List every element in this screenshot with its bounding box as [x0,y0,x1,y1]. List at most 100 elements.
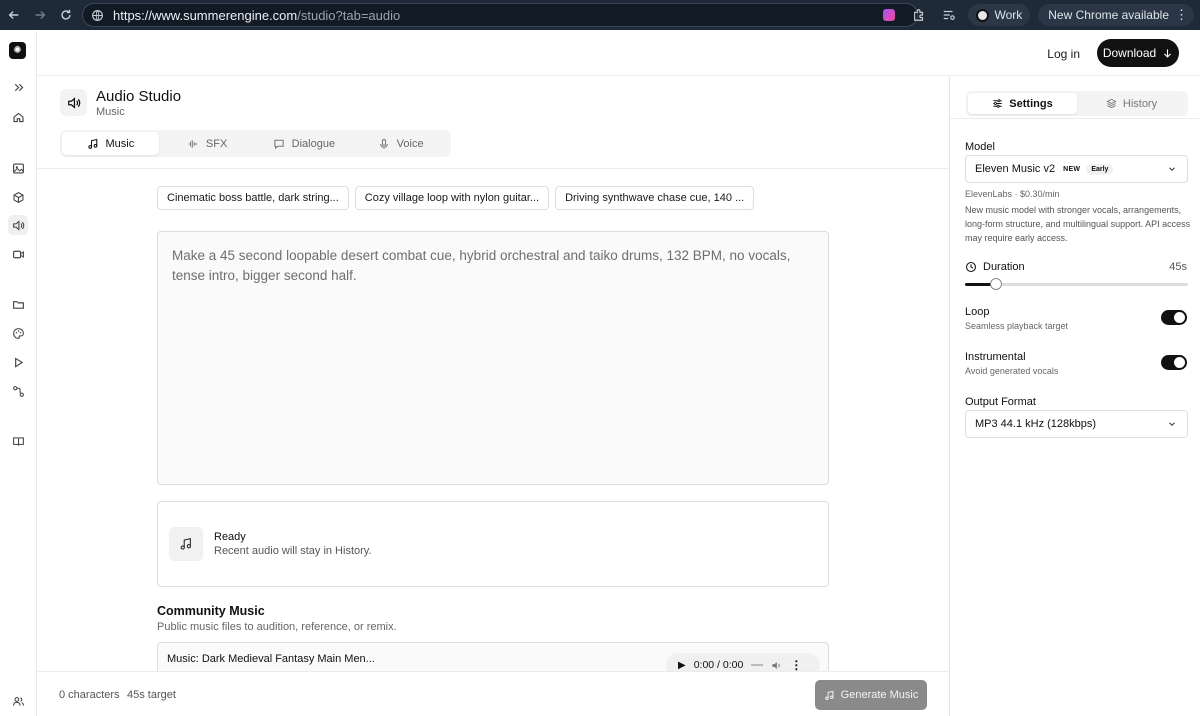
image-icon[interactable] [8,158,28,178]
panel-tabs: Settings History [966,91,1188,116]
status-subtitle: Recent audio will stay in History. [214,545,372,557]
tab-history[interactable]: History [1077,93,1186,114]
prompt-textarea[interactable]: Make a 45 second loopable desert combat … [157,231,829,485]
music-note-icon [87,138,97,149]
section-title: Community Music [157,604,265,618]
loop-toggle[interactable] [1161,310,1187,325]
play-icon[interactable] [8,352,28,372]
update-chip[interactable]: New Chrome available ⋮ [1038,4,1194,26]
folder-icon[interactable] [8,294,28,314]
volume-icon[interactable] [771,660,782,671]
chat-bubble-icon [274,139,284,149]
instrumental-sub: Avoid generated vocals [965,366,1059,376]
speaker-icon [60,89,87,116]
output-format-select[interactable]: MP3 44.1 kHz (128kbps) [965,410,1188,438]
address-bar[interactable]: https://www.summerengine.com/studio?tab=… [82,3,918,27]
divider [950,118,1200,119]
tab-dialogue[interactable]: Dialogue [256,132,353,155]
duration-slider[interactable] [965,278,1188,290]
page-subtitle: Music [96,106,125,118]
divider [37,168,949,169]
character-count: 0 characters [59,689,120,701]
loop-label: Loop [965,306,990,318]
suggestion-chip[interactable]: Driving synthwave chase cue, 140 ... [555,186,755,210]
update-label: New Chrome available [1048,8,1169,22]
composer-footer: 0 characters 45s target Generate Music [37,671,949,716]
puzzle-icon[interactable] [908,4,930,26]
chevron-down-icon [1169,422,1175,426]
prompt-suggestions: Cinematic boss battle, dark string... Co… [157,186,755,210]
track-name: Music: Dark Medieval Fantasy Main Men... [167,653,375,665]
tab-label: Settings [1009,97,1053,110]
tab-label: Voice [396,137,424,150]
tab-settings[interactable]: Settings [968,93,1077,114]
home-icon[interactable] [8,107,28,127]
login-link[interactable]: Log in [1047,47,1080,61]
player-time: 0:00 / 0:00 [693,659,744,671]
tab-label: SFX [205,137,228,150]
model-description: New music model with stronger vocals, ar… [965,205,1191,243]
kebab-menu-icon[interactable]: ⋮ [1175,7,1188,23]
avatar [976,8,990,22]
palette-icon[interactable] [8,323,28,343]
profile-chip[interactable]: Work [968,4,1031,26]
tab-search-icon[interactable] [938,4,960,26]
forward-icon[interactable] [28,3,52,27]
waveform-icon [188,139,198,148]
nodes-icon[interactable] [8,381,28,401]
model-label: Model [965,141,995,153]
duration-value: 45s [1169,261,1187,273]
video-icon[interactable] [8,244,28,264]
page-title: Audio Studio [96,88,182,105]
extension-icon[interactable] [878,4,900,26]
tab-music[interactable]: Music [62,132,159,155]
users-icon[interactable] [8,691,28,711]
tab-label: History [1122,97,1158,110]
profile-label: Work [994,8,1023,22]
site-info-icon[interactable] [89,7,105,23]
generate-label: Generate Music [840,689,919,701]
new-badge: NEW [1063,165,1081,173]
slider-handle[interactable] [990,278,1002,290]
settings-panel: Settings History Model Eleven Music v2 N… [949,77,1200,716]
instrumental-toggle[interactable] [1161,355,1187,370]
duration-target: 45s target [127,689,176,701]
sliders-icon [993,99,1002,108]
reload-icon[interactable] [54,3,78,27]
suggestion-chip[interactable]: Cozy village loop with nylon guitar... [354,186,550,210]
clock-icon [965,261,977,273]
arrow-down-icon [1164,48,1172,58]
url-host: https://www.summerengine.com [113,7,298,23]
app-header: Log in Download [37,31,1200,76]
progress-bar[interactable] [751,664,764,666]
back-icon[interactable] [2,3,26,27]
section-subtitle: Public music files to audition, referenc… [157,621,397,633]
studio-tabs: Music SFX Dialogue Voice [60,130,451,157]
music-note-icon [824,690,834,700]
book-icon[interactable] [8,431,28,451]
model-select[interactable]: Eleven Music v2 NEW Early [965,155,1188,183]
more-options-icon[interactable]: ⋮ [790,658,802,671]
browser-toolbar: https://www.summerengine.com/studio?tab=… [0,0,1200,30]
expand-sidebar-icon[interactable] [8,77,28,97]
audio-icon[interactable] [8,215,28,235]
chevron-down-icon [1169,167,1175,171]
status-title: Ready [214,531,246,543]
tab-voice[interactable]: Voice [352,132,449,155]
download-label: Download [1102,46,1157,60]
download-button[interactable]: Download [1097,39,1179,67]
model-value: Eleven Music v2 [975,163,1056,175]
app-logo-icon[interactable]: ✺ [9,42,26,59]
tab-sfx[interactable]: SFX [159,132,256,155]
output-format-value: MP3 44.1 kHz (128kbps) [975,418,1097,430]
status-card: Ready Recent audio will stay in History. [157,501,829,587]
main-content: Audio Studio Music Music SFX Dialogue Vo… [37,77,949,671]
play-icon[interactable]: ▶ [678,660,686,671]
generate-music-button[interactable]: Generate Music [815,680,927,710]
tab-label: Dialogue [291,137,336,150]
suggestion-chip[interactable]: Cinematic boss battle, dark string... [157,186,349,210]
music-note-icon [169,527,203,561]
cube-icon[interactable] [8,187,28,207]
microphone-icon [379,138,388,148]
audio-player: ▶ 0:00 / 0:00 ⋮ [666,653,820,671]
